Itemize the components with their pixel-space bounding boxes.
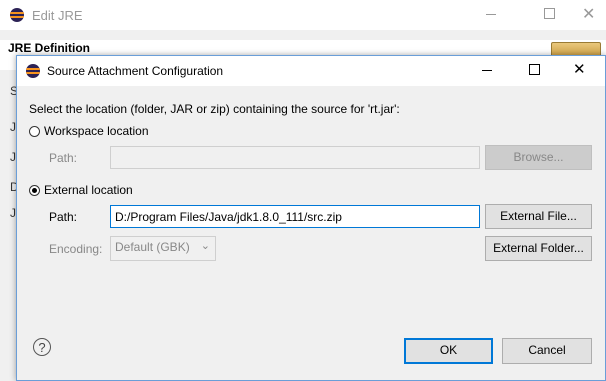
close-icon[interactable]: ✕ [582,4,595,24]
ok-button[interactable]: OK [404,338,493,364]
external-location-radio[interactable]: External location [29,183,133,197]
workspace-path-label: Path: [49,151,78,165]
browse-button[interactable]: Browse... [485,145,592,170]
workspace-path-input[interactable] [110,146,480,169]
help-icon[interactable]: ? [33,338,51,356]
radio-unchecked[interactable] [29,125,40,137]
jre-definition-heading: JRE Definition [8,41,91,55]
chevron-down-icon: ⌄ [200,240,210,252]
close-icon: ✕ [573,61,586,78]
workspace-location-radio[interactable]: Workspace location [29,124,149,138]
minimize-icon[interactable] [486,14,496,15]
edit-jre-title: Edit JRE [32,8,83,23]
minimize-icon [482,70,492,71]
source-attachment-dialog: Source Attachment Configuration ✕ Select… [16,55,606,381]
dialog-titlebar: Source Attachment Configuration ✕ [17,56,605,86]
radio-checked[interactable] [29,184,40,196]
eclipse-icon [26,64,40,78]
maximize-icon[interactable] [544,8,555,19]
workspace-location-label: Workspace location [44,124,149,138]
external-folder-button[interactable]: External Folder... [485,236,592,261]
minimize-button[interactable] [472,56,504,86]
external-path-input[interactable] [110,205,480,228]
dialog-title: Source Attachment Configuration [47,64,224,78]
eclipse-icon [10,8,24,22]
cancel-button[interactable]: Cancel [502,338,592,364]
encoding-label: Encoding: [49,242,103,256]
external-file-button[interactable]: External File... [485,204,592,229]
external-location-label: External location [44,183,133,197]
maximize-icon [529,64,540,75]
external-path-label: Path: [49,210,78,224]
encoding-value: Default (GBK) [115,240,190,254]
edit-jre-titlebar: Edit JRE ✕ [0,0,606,30]
encoding-select[interactable]: Default (GBK) ⌄ [110,236,216,261]
instruction-text: Select the location (folder, JAR or zip)… [29,102,400,116]
